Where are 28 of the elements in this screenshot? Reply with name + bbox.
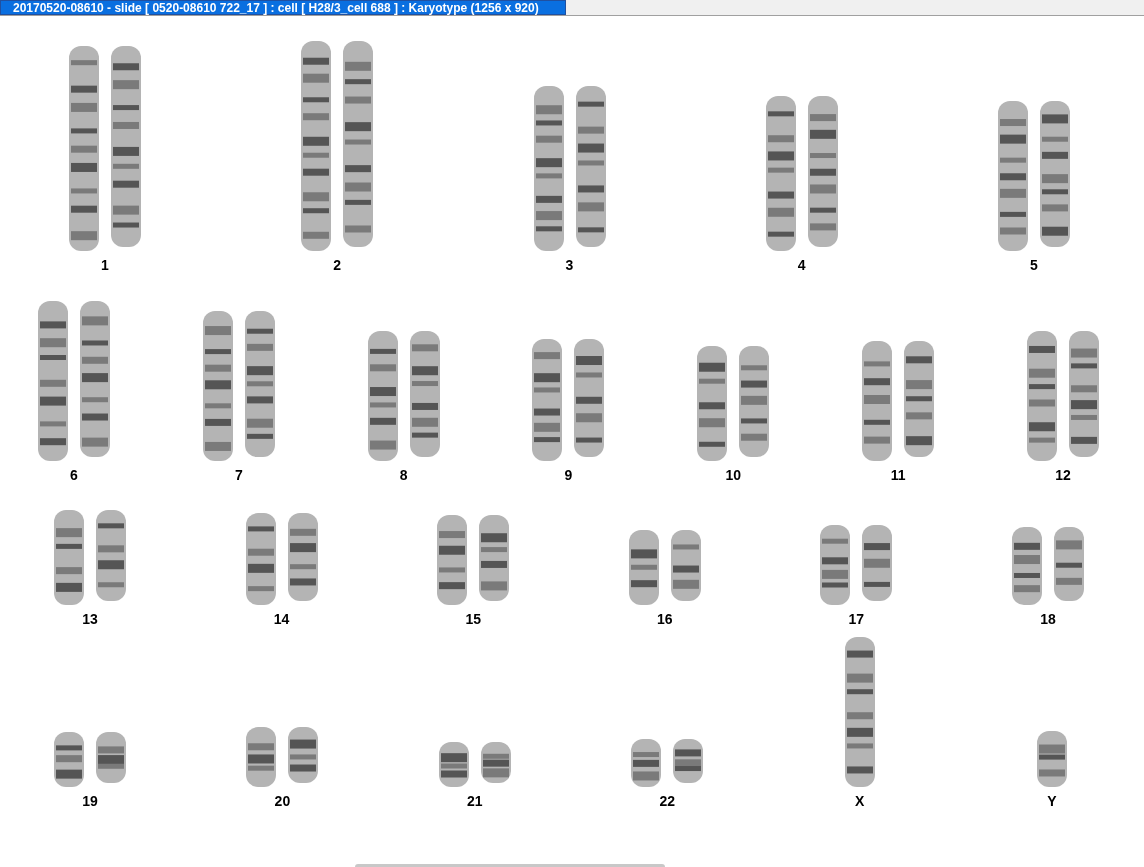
chromosome-label: 5 — [1030, 257, 1038, 273]
chromosome-label: 21 — [467, 793, 483, 809]
chromosome-label: 17 — [848, 611, 865, 627]
chromosome-label: Y — [1047, 793, 1057, 809]
chromosome-label: 2 — [333, 257, 342, 273]
chromosome-pair-drawing — [54, 732, 126, 787]
chromosome-label: 13 — [82, 611, 98, 627]
chromosome-label: 19 — [82, 793, 98, 809]
chromosome-label: 4 — [797, 257, 806, 273]
scrollbar-thumb[interactable] — [355, 864, 665, 867]
chromosome-label: 3 — [565, 257, 574, 273]
chromosome-label: 14 — [273, 611, 290, 627]
chromosome-label: 1 — [101, 257, 109, 273]
chromosome-label: 18 — [1040, 611, 1056, 627]
chromosome-label: 15 — [465, 611, 481, 627]
chromosome-label: 22 — [659, 793, 675, 809]
chromosome-label: 9 — [564, 467, 573, 483]
chromosome-drawing — [1036, 731, 1067, 787]
chromosome-label: 16 — [657, 611, 673, 627]
chromosome-label: 7 — [234, 467, 243, 483]
window-title: 20170520-08610 - slide [ 0520-08610 722_17 ] : cell [ H28/3_cell 688 ] : Karyotype (1256 x 920) — [0, 0, 566, 15]
chromosome-label: 11 — [890, 467, 906, 483]
chromosome-label: X — [854, 793, 865, 809]
chromosome-label: 20 — [274, 793, 291, 809]
chromosome-label: 8 — [399, 467, 408, 483]
chromosome-label: 10 — [725, 467, 742, 483]
chromosome-label: 12 — [1055, 467, 1071, 483]
chromosome-label: 6 — [70, 467, 78, 483]
